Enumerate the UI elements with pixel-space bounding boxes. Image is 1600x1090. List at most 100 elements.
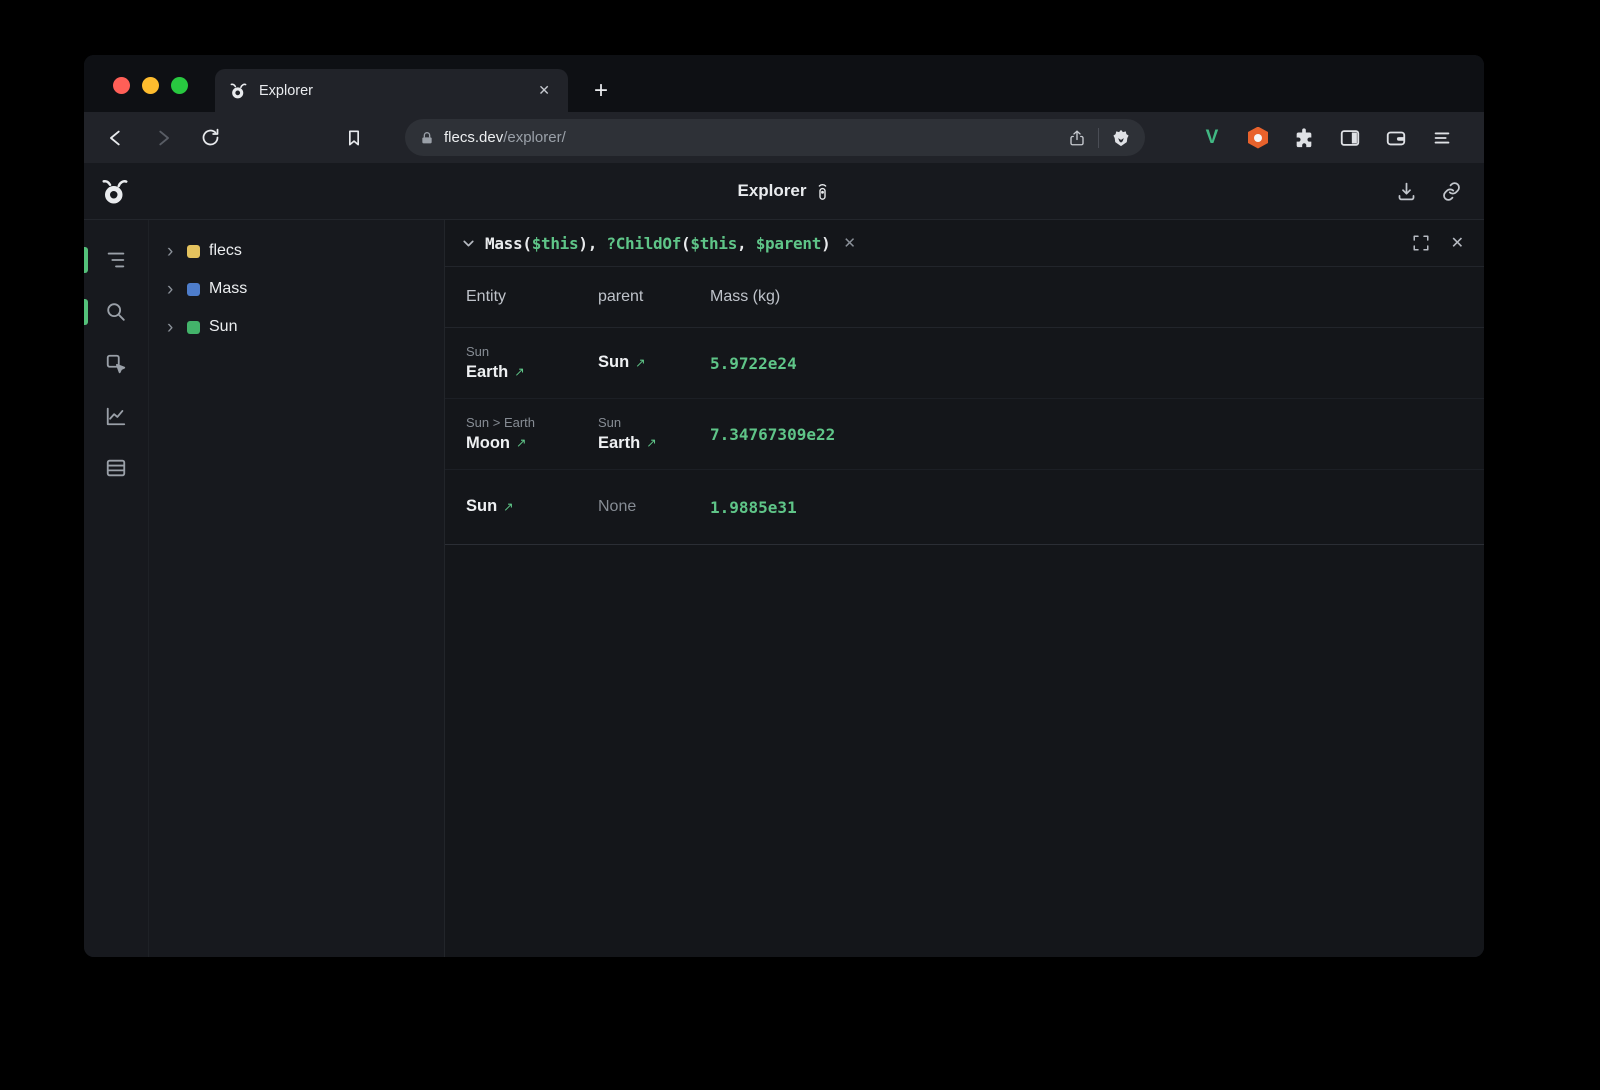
flecs-explorer-page: Explorer <box>84 163 1484 957</box>
query-variable: $this <box>532 234 579 253</box>
column-header-parent[interactable]: parent <box>598 288 710 306</box>
mass-value: 7.34767309e22 <box>710 425 1484 444</box>
parent-cell: Sun Earth ↗ <box>598 414 710 455</box>
collapse-chevron-down-icon[interactable] <box>457 232 479 254</box>
header-actions <box>1396 181 1484 202</box>
extensions-puzzle-icon[interactable] <box>1292 126 1316 150</box>
share-icon[interactable] <box>1068 129 1086 147</box>
open-entity-arrow-icon[interactable]: ↗ <box>516 435 526 450</box>
entity-link[interactable]: Sun ↗ <box>466 496 598 517</box>
open-entity-arrow-icon[interactable]: ↗ <box>635 355 645 370</box>
entity-color-swatch <box>187 321 200 334</box>
lock-icon <box>419 130 435 146</box>
tree-item-sun[interactable]: › Sun <box>149 308 444 346</box>
tree-item-label: Sun <box>209 318 237 336</box>
vue-devtools-icon[interactable]: V <box>1200 126 1224 150</box>
entity-parent-path: Sun <box>466 343 598 361</box>
open-entity-arrow-icon[interactable]: ↗ <box>514 364 524 379</box>
entity-parent-path: Sun > Earth <box>466 414 598 432</box>
tables-icon[interactable] <box>105 457 127 479</box>
parent-cell: Sun ↗ <box>598 352 710 373</box>
open-entity-arrow-icon[interactable]: ↗ <box>503 499 513 514</box>
download-icon[interactable] <box>1396 181 1417 202</box>
query-term-optional: ?ChildOf <box>606 234 681 253</box>
query-bar: Mass($this), ?ChildOf($this, $parent) ✕ … <box>445 220 1484 267</box>
forward-button[interactable] <box>147 122 179 154</box>
browser-tab-explorer[interactable]: Explorer ✕ <box>215 69 568 112</box>
empty-results-area <box>445 545 1484 957</box>
mass-value: 1.9885e31 <box>710 498 1484 517</box>
desktop-background: Explorer ✕ + flecs.dev/exp <box>0 0 1600 1090</box>
tab-close-icon[interactable]: ✕ <box>534 80 554 101</box>
inspect-entity-icon[interactable] <box>105 353 127 375</box>
results-table-header: Entity parent Mass (kg) <box>445 267 1484 328</box>
share-link-icon[interactable] <box>1441 181 1462 202</box>
table-row: Sun ↗ None 1.9885e31 <box>445 470 1484 545</box>
query-panel: Mass($this), ?ChildOf($this, $parent) ✕ … <box>445 220 1484 957</box>
macos-traffic-lights <box>113 77 188 94</box>
tab-favicon-flecs-icon <box>229 81 248 100</box>
entity-cell: Sun ↗ <box>466 496 598 517</box>
mass-value: 5.9722e24 <box>710 354 1484 373</box>
url-text: flecs.dev/explorer/ <box>444 129 566 146</box>
mass-cell: 5.9722e24 <box>710 354 1484 373</box>
minimize-window-button[interactable] <box>142 77 159 94</box>
close-window-button[interactable] <box>113 77 130 94</box>
table-row: Sun Earth ↗ Sun ↗ <box>445 328 1484 399</box>
wallet-icon[interactable] <box>1384 126 1408 150</box>
module-color-swatch <box>187 245 200 258</box>
query-panel-active-indicator <box>84 299 88 325</box>
query-variable: $this <box>690 234 737 253</box>
mass-cell: 7.34767309e22 <box>710 425 1484 444</box>
hexagon-extension-icon[interactable] <box>1246 126 1270 150</box>
page-title: Explorer <box>738 181 807 201</box>
sidebar-toggle-icon[interactable] <box>1338 126 1362 150</box>
browser-window: Explorer ✕ + flecs.dev/exp <box>84 55 1484 957</box>
parent-none-value: None <box>598 498 710 516</box>
browser-tab-bar: Explorer ✕ + <box>84 55 1484 112</box>
zoom-window-button[interactable] <box>171 77 188 94</box>
entity-link[interactable]: Earth ↗ <box>598 433 710 454</box>
explorer-header: Explorer <box>84 163 1484 220</box>
menu-hamburger-icon[interactable] <box>1430 126 1454 150</box>
entity-cell: Sun > Earth Moon ↗ <box>466 414 598 455</box>
fullscreen-expand-icon[interactable] <box>1412 234 1430 252</box>
tree-item-label: flecs <box>209 242 242 260</box>
stats-chart-icon[interactable] <box>105 405 127 427</box>
expand-chevron-icon[interactable]: › <box>167 280 187 299</box>
reload-button[interactable] <box>194 122 226 154</box>
bookmark-icon[interactable] <box>338 122 370 154</box>
new-tab-button[interactable]: + <box>586 69 616 112</box>
browser-toolbar: flecs.dev/explorer/ V <box>84 112 1484 163</box>
entity-link[interactable]: Earth ↗ <box>466 362 598 383</box>
query-search-icon[interactable] <box>105 301 127 323</box>
entity-tree-icon[interactable] <box>105 249 127 271</box>
entity-link[interactable]: Moon ↗ <box>466 433 598 454</box>
column-header-entity[interactable]: Entity <box>466 288 598 306</box>
close-panel-icon[interactable]: ✕ <box>1451 233 1464 253</box>
entity-tree-panel: › flecs › Mass › Sun <box>149 220 445 957</box>
tree-item-flecs[interactable]: › flecs <box>149 232 444 270</box>
component-color-swatch <box>187 283 200 296</box>
remote-connection-icon <box>815 181 830 201</box>
entity-parent-path: Sun <box>598 414 710 432</box>
flecs-logo-icon[interactable] <box>100 176 130 206</box>
tab-title: Explorer <box>259 83 534 99</box>
tree-item-mass[interactable]: › Mass <box>149 270 444 308</box>
clear-query-icon[interactable]: ✕ <box>843 234 856 252</box>
column-header-mass[interactable]: Mass (kg) <box>710 288 1484 306</box>
address-bar[interactable]: flecs.dev/explorer/ <box>405 119 1145 156</box>
divider <box>1098 128 1099 148</box>
brave-shield-icon[interactable] <box>1111 127 1131 149</box>
tree-item-label: Mass <box>209 280 247 298</box>
back-button[interactable] <box>100 122 132 154</box>
query-variable: $parent <box>756 234 821 253</box>
left-icon-rail <box>84 220 149 957</box>
query-expression[interactable]: Mass($this), ?ChildOf($this, $parent) <box>485 234 830 253</box>
url-domain: flecs.dev <box>444 129 503 146</box>
expand-chevron-icon[interactable]: › <box>167 318 187 337</box>
table-row: Sun > Earth Moon ↗ Sun Earth ↗ <box>445 399 1484 470</box>
expand-chevron-icon[interactable]: › <box>167 242 187 261</box>
open-entity-arrow-icon[interactable]: ↗ <box>646 435 656 450</box>
entity-link[interactable]: Sun ↗ <box>598 352 710 373</box>
